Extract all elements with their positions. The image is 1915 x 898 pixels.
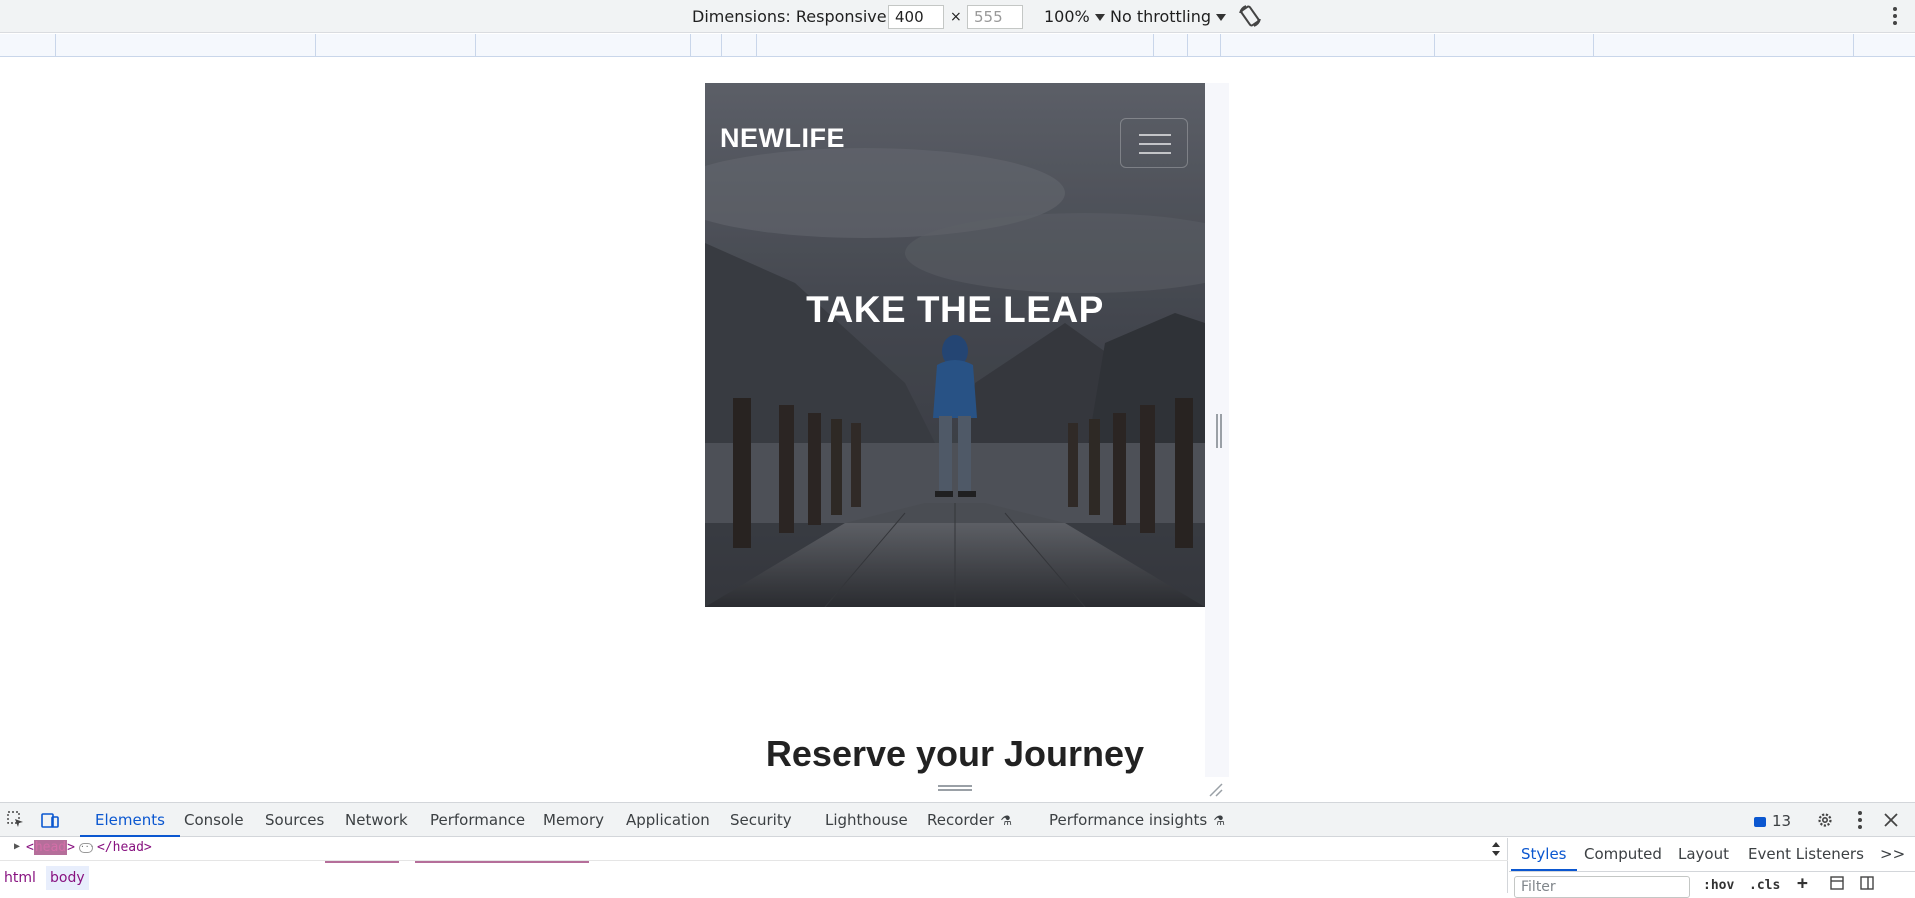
dom-open-bracket: < bbox=[26, 840, 34, 855]
tab-application[interactable]: Application bbox=[626, 803, 710, 837]
breadcrumb-html[interactable]: html bbox=[0, 866, 40, 890]
expand-arrow-icon[interactable]: ▶ bbox=[14, 841, 20, 852]
breadcrumb-body[interactable]: body bbox=[46, 866, 89, 890]
dom-tag-name: head bbox=[33, 840, 68, 855]
hero-title: TAKE THE LEAP bbox=[806, 289, 1104, 330]
tab-memory[interactable]: Memory bbox=[543, 803, 604, 837]
media-query-ruler bbox=[0, 34, 1915, 57]
throttling-label: No throttling bbox=[1110, 7, 1212, 26]
flask-icon: ⚗ bbox=[1000, 814, 1012, 829]
resize-handle-right[interactable] bbox=[1216, 414, 1222, 448]
breadcrumb: html body bbox=[0, 860, 1508, 893]
element-state-icon[interactable] bbox=[1830, 876, 1844, 890]
scroll-stepper-icon[interactable] bbox=[1490, 840, 1502, 858]
hov-toggle[interactable]: :hov bbox=[1703, 878, 1734, 893]
issues-count: 13 bbox=[1772, 812, 1792, 830]
styles-filter-input[interactable]: Filter bbox=[1514, 876, 1690, 898]
message-icon bbox=[1754, 816, 1766, 827]
more-tabs-chevron-icon[interactable]: >> bbox=[1880, 838, 1905, 871]
devtools-tab-bar: Elements Console Sources Network Perform… bbox=[0, 803, 1915, 837]
tab-performance-insights[interactable]: Performance insights ⚗ bbox=[1049, 803, 1225, 837]
reserve-heading: Reserve your Journey bbox=[765, 733, 1145, 774]
zoom-label: 100% bbox=[1044, 7, 1090, 26]
issues-badge[interactable]: 13 bbox=[1754, 812, 1791, 830]
times-separator: × bbox=[950, 9, 962, 25]
navbar-toggle-button[interactable] bbox=[1120, 118, 1188, 168]
resize-handle-bottom[interactable] bbox=[938, 785, 972, 791]
dom-tree: ▶ <head> ··· </head> html body bbox=[0, 838, 1508, 893]
dom-end-tag: </head> bbox=[96, 840, 152, 855]
tab-performance[interactable]: Performance bbox=[430, 803, 525, 837]
device-viewport: NEWLIFE TAKE THE LEAP Reserve your Journ… bbox=[0, 58, 1915, 802]
flask-icon: ⚗ bbox=[1213, 814, 1225, 829]
tab-layout[interactable]: Layout bbox=[1678, 838, 1729, 871]
dom-node-head[interactable]: ▶ <head> ··· </head> bbox=[14, 840, 152, 855]
more-options-icon[interactable] bbox=[1893, 7, 1897, 25]
width-input[interactable]: 400 bbox=[888, 5, 944, 29]
brand-logo[interactable]: NEWLIFE bbox=[720, 123, 845, 154]
tab-network[interactable]: Network bbox=[345, 803, 408, 837]
device-frame: NEWLIFE TAKE THE LEAP Reserve your Journ… bbox=[705, 83, 1229, 777]
add-rule-icon[interactable]: + bbox=[1797, 873, 1808, 894]
height-input[interactable]: 555 bbox=[967, 5, 1023, 29]
tab-console[interactable]: Console bbox=[184, 803, 244, 837]
tab-security[interactable]: Security bbox=[730, 803, 792, 837]
device-toolbar: Dimensions: Responsive 400 × 555 100% No… bbox=[0, 0, 1915, 33]
chevron-down-icon bbox=[1216, 14, 1227, 21]
more-options-icon[interactable] bbox=[1858, 811, 1862, 829]
cls-toggle[interactable]: .cls bbox=[1749, 878, 1780, 893]
throttling-dropdown[interactable]: No throttling bbox=[1110, 6, 1227, 28]
ellipsis-icon[interactable]: ··· bbox=[78, 842, 94, 853]
inspect-element-icon[interactable] bbox=[7, 811, 25, 829]
zoom-dropdown[interactable]: 100% bbox=[1044, 6, 1105, 28]
tab-recorder-label: Recorder bbox=[927, 811, 995, 829]
dimensions-label: Dimensions: Responsive bbox=[692, 7, 887, 26]
settings-gear-icon[interactable] bbox=[1816, 811, 1834, 829]
device-toggle-icon[interactable] bbox=[41, 811, 59, 829]
tab-computed[interactable]: Computed bbox=[1584, 838, 1662, 871]
styles-pane-tabs: Styles Computed Layout Event Listeners >… bbox=[1509, 838, 1915, 872]
tab-sources[interactable]: Sources bbox=[265, 803, 324, 837]
close-icon[interactable] bbox=[1882, 811, 1900, 829]
tab-styles[interactable]: Styles bbox=[1511, 838, 1576, 871]
dimensions-dropdown[interactable]: Dimensions: Responsive bbox=[692, 6, 902, 28]
rotate-icon[interactable] bbox=[1237, 3, 1263, 29]
tab-elements[interactable]: Elements bbox=[80, 803, 180, 837]
tab-recorder[interactable]: Recorder ⚗ bbox=[927, 803, 1012, 837]
resize-corner-icon[interactable] bbox=[1207, 781, 1223, 797]
tab-event-listeners[interactable]: Event Listeners bbox=[1748, 838, 1864, 871]
tab-performance-insights-label: Performance insights bbox=[1049, 811, 1208, 829]
dom-close-bracket: > bbox=[67, 840, 75, 855]
chevron-down-icon bbox=[1094, 14, 1105, 21]
rendered-page: NEWLIFE TAKE THE LEAP Reserve your Journ… bbox=[705, 83, 1205, 777]
tab-lighthouse[interactable]: Lighthouse bbox=[825, 803, 908, 837]
hero-section: NEWLIFE TAKE THE LEAP bbox=[705, 83, 1205, 607]
sidebar-toggle-icon[interactable] bbox=[1860, 876, 1874, 890]
